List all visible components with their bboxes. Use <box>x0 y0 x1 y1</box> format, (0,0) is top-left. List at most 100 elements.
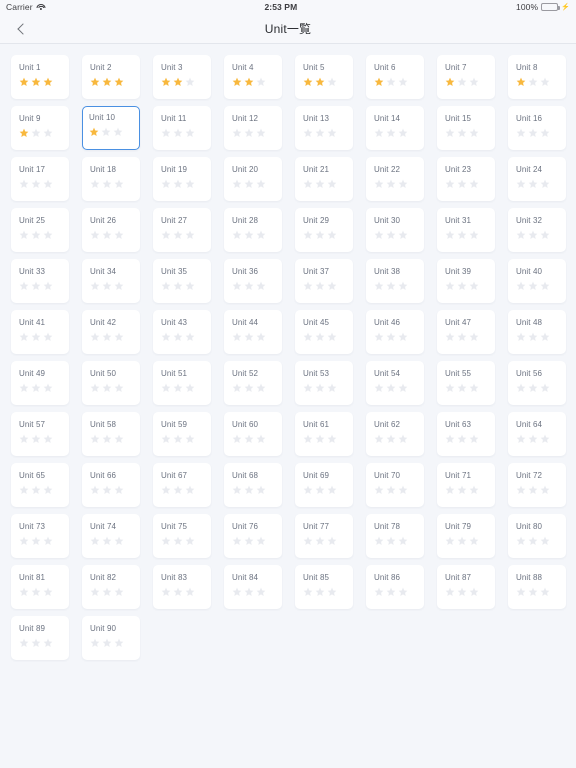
unit-card[interactable]: Unit 3 <box>153 55 211 99</box>
unit-card[interactable]: Unit 80 <box>508 514 566 558</box>
unit-card[interactable]: Unit 72 <box>508 463 566 507</box>
unit-card[interactable]: Unit 5 <box>295 55 353 99</box>
unit-card[interactable]: Unit 29 <box>295 208 353 252</box>
unit-card[interactable]: Unit 84 <box>224 565 282 609</box>
unit-card[interactable]: Unit 14 <box>366 106 424 150</box>
unit-card[interactable]: Unit 28 <box>224 208 282 252</box>
unit-card[interactable]: Unit 74 <box>82 514 140 558</box>
unit-card[interactable]: Unit 21 <box>295 157 353 201</box>
unit-card[interactable]: Unit 4 <box>224 55 282 99</box>
unit-card[interactable]: Unit 90 <box>82 616 140 660</box>
unit-card[interactable]: Unit 75 <box>153 514 211 558</box>
unit-card[interactable]: Unit 23 <box>437 157 495 201</box>
unit-card[interactable]: Unit 68 <box>224 463 282 507</box>
unit-card[interactable]: Unit 73 <box>11 514 69 558</box>
unit-star-rating <box>516 536 565 546</box>
unit-card[interactable]: Unit 59 <box>153 412 211 456</box>
unit-card[interactable]: Unit 46 <box>366 310 424 354</box>
unit-card[interactable]: Unit 60 <box>224 412 282 456</box>
unit-card[interactable]: Unit 44 <box>224 310 282 354</box>
unit-card[interactable]: Unit 76 <box>224 514 282 558</box>
unit-card[interactable]: Unit 42 <box>82 310 140 354</box>
unit-card[interactable]: Unit 13 <box>295 106 353 150</box>
unit-star-rating <box>232 281 281 291</box>
unit-card[interactable]: Unit 32 <box>508 208 566 252</box>
unit-card[interactable]: Unit 54 <box>366 361 424 405</box>
unit-card[interactable]: Unit 67 <box>153 463 211 507</box>
unit-card[interactable]: Unit 20 <box>224 157 282 201</box>
unit-card[interactable]: Unit 25 <box>11 208 69 252</box>
unit-card[interactable]: Unit 69 <box>295 463 353 507</box>
unit-card[interactable]: Unit 62 <box>366 412 424 456</box>
unit-card[interactable]: Unit 37 <box>295 259 353 303</box>
unit-card[interactable]: Unit 2 <box>82 55 140 99</box>
unit-card[interactable]: Unit 36 <box>224 259 282 303</box>
unit-card[interactable]: Unit 10 <box>82 106 140 150</box>
unit-card[interactable]: Unit 51 <box>153 361 211 405</box>
unit-star-rating <box>232 536 281 546</box>
unit-card[interactable]: Unit 7 <box>437 55 495 99</box>
unit-card[interactable]: Unit 63 <box>437 412 495 456</box>
unit-card[interactable]: Unit 70 <box>366 463 424 507</box>
unit-card[interactable]: Unit 41 <box>11 310 69 354</box>
unit-card[interactable]: Unit 17 <box>11 157 69 201</box>
unit-card[interactable]: Unit 65 <box>11 463 69 507</box>
unit-card[interactable]: Unit 45 <box>295 310 353 354</box>
unit-card[interactable]: Unit 8 <box>508 55 566 99</box>
unit-card[interactable]: Unit 71 <box>437 463 495 507</box>
unit-card[interactable]: Unit 11 <box>153 106 211 150</box>
star-icon-empty <box>173 281 183 291</box>
unit-list-scroll-area[interactable]: Unit 1 Unit 2 Unit 3 Unit 4 Unit 5 Unit 6 Unit… <box>0 44 576 768</box>
unit-card[interactable]: Unit 85 <box>295 565 353 609</box>
unit-card[interactable]: Unit 61 <box>295 412 353 456</box>
unit-card[interactable]: Unit 89 <box>11 616 69 660</box>
unit-card[interactable]: Unit 24 <box>508 157 566 201</box>
unit-card[interactable]: Unit 19 <box>153 157 211 201</box>
unit-card[interactable]: Unit 82 <box>82 565 140 609</box>
unit-card[interactable]: Unit 43 <box>153 310 211 354</box>
unit-card[interactable]: Unit 38 <box>366 259 424 303</box>
unit-card[interactable]: Unit 87 <box>437 565 495 609</box>
unit-card[interactable]: Unit 18 <box>82 157 140 201</box>
star-icon-empty <box>31 587 41 597</box>
unit-card[interactable]: Unit 57 <box>11 412 69 456</box>
unit-card[interactable]: Unit 48 <box>508 310 566 354</box>
unit-card[interactable]: Unit 47 <box>437 310 495 354</box>
unit-card[interactable]: Unit 22 <box>366 157 424 201</box>
unit-card[interactable]: Unit 64 <box>508 412 566 456</box>
unit-card[interactable]: Unit 34 <box>82 259 140 303</box>
unit-card[interactable]: Unit 86 <box>366 565 424 609</box>
unit-card[interactable]: Unit 50 <box>82 361 140 405</box>
unit-card[interactable]: Unit 35 <box>153 259 211 303</box>
unit-card[interactable]: Unit 88 <box>508 565 566 609</box>
unit-card[interactable]: Unit 26 <box>82 208 140 252</box>
unit-card[interactable]: Unit 77 <box>295 514 353 558</box>
unit-card[interactable]: Unit 12 <box>224 106 282 150</box>
unit-card[interactable]: Unit 81 <box>11 565 69 609</box>
star-icon-empty <box>457 128 467 138</box>
unit-card[interactable]: Unit 78 <box>366 514 424 558</box>
unit-card[interactable]: Unit 6 <box>366 55 424 99</box>
unit-card[interactable]: Unit 9 <box>11 106 69 150</box>
back-button[interactable] <box>4 14 38 44</box>
unit-card[interactable]: Unit 55 <box>437 361 495 405</box>
unit-card[interactable]: Unit 39 <box>437 259 495 303</box>
unit-card[interactable]: Unit 53 <box>295 361 353 405</box>
unit-card[interactable]: Unit 16 <box>508 106 566 150</box>
unit-card[interactable]: Unit 79 <box>437 514 495 558</box>
unit-card[interactable]: Unit 40 <box>508 259 566 303</box>
unit-card[interactable]: Unit 58 <box>82 412 140 456</box>
star-icon-empty <box>232 383 242 393</box>
unit-card[interactable]: Unit 30 <box>366 208 424 252</box>
unit-card[interactable]: Unit 83 <box>153 565 211 609</box>
star-icon-empty <box>469 281 479 291</box>
unit-card[interactable]: Unit 56 <box>508 361 566 405</box>
unit-card[interactable]: Unit 33 <box>11 259 69 303</box>
unit-card[interactable]: Unit 27 <box>153 208 211 252</box>
unit-card[interactable]: Unit 52 <box>224 361 282 405</box>
unit-card[interactable]: Unit 49 <box>11 361 69 405</box>
unit-card[interactable]: Unit 31 <box>437 208 495 252</box>
unit-card[interactable]: Unit 66 <box>82 463 140 507</box>
unit-card[interactable]: Unit 15 <box>437 106 495 150</box>
unit-card[interactable]: Unit 1 <box>11 55 69 99</box>
